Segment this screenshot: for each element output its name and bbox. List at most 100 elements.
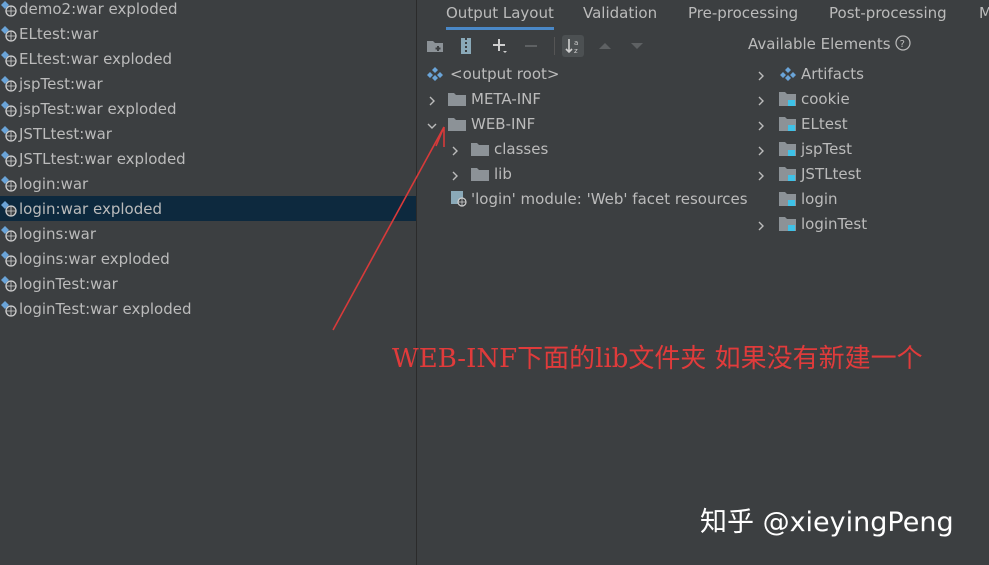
available-item-label: ELtest <box>801 114 848 133</box>
svg-text:a: a <box>574 39 578 47</box>
available-item-label: loginTest <box>801 214 868 233</box>
chevron-right-icon[interactable] <box>449 143 461 155</box>
artifact-label: JSTLtest:war exploded <box>19 149 186 168</box>
remove-icon[interactable] <box>520 35 542 57</box>
help-icon[interactable]: ? <box>895 35 911 55</box>
facet-resources-label: 'login' module: 'Web' facet resources <box>471 189 748 208</box>
artifact-item[interactable]: ELtest:war exploded <box>0 46 416 71</box>
tab-post-processing[interactable]: Post-processing <box>829 0 947 30</box>
artifact-label: logins:war exploded <box>19 249 170 268</box>
chevron-right-icon[interactable] <box>755 143 767 155</box>
available-item-label: login <box>801 189 838 208</box>
artifact-label: login:war exploded <box>19 199 162 218</box>
artifact-label: loginTest:war exploded <box>19 299 192 318</box>
module-folder-icon <box>779 116 797 132</box>
artifact-label: jspTest:war <box>19 74 103 93</box>
tab-pre-processing[interactable]: Pre-processing <box>688 0 798 30</box>
tab-more[interactable]: M <box>979 0 989 30</box>
web-artifact-icon <box>1 250 17 267</box>
meta-inf-label: META-INF <box>471 89 542 108</box>
artifact-item[interactable]: loginTest:war exploded <box>0 296 416 321</box>
web-artifact-icon <box>1 75 17 92</box>
artifact-item[interactable]: login:war exploded <box>0 196 416 221</box>
tree-meta-inf[interactable]: META-INF <box>426 86 541 111</box>
annotation-text: WEB-INF下面的lib文件夹 如果没有新建一个 <box>392 344 923 374</box>
artifact-item[interactable]: JSTLtest:war <box>0 121 416 146</box>
archive-icon[interactable] <box>455 35 477 57</box>
available-item-label: cookie <box>801 89 850 108</box>
chevron-right-icon[interactable] <box>755 93 767 105</box>
svg-text:z: z <box>574 47 578 55</box>
artifacts-icon <box>779 66 797 82</box>
available-item[interactable]: ELtest <box>755 111 848 136</box>
add-icon[interactable] <box>489 35 511 57</box>
tree-classes[interactable]: classes <box>449 136 548 161</box>
chevron-right-icon[interactable] <box>449 168 461 180</box>
web-artifact-icon <box>1 125 17 142</box>
chevron-right-icon[interactable] <box>755 118 767 130</box>
artifact-item[interactable]: logins:war exploded <box>0 246 416 271</box>
artifact-item[interactable]: ELtest:war <box>0 21 416 46</box>
available-item[interactable]: login <box>755 186 838 211</box>
output-root-label: <output root> <box>450 64 560 83</box>
svg-text:?: ? <box>900 39 905 50</box>
artifact-item[interactable]: jspTest:war exploded <box>0 96 416 121</box>
artifact-label: ELtest:war <box>19 24 99 43</box>
module-folder-icon <box>779 166 797 182</box>
panel-divider[interactable] <box>416 0 417 565</box>
tree-lib[interactable]: lib <box>449 161 512 186</box>
web-artifact-icon <box>1 175 17 192</box>
available-item[interactable]: cookie <box>755 86 850 111</box>
available-item[interactable]: JSTLtest <box>755 161 861 186</box>
folder-icon <box>448 117 466 131</box>
tree-facet-resources[interactable]: 'login' module: 'Web' facet resources <box>451 186 748 211</box>
module-folder-icon <box>779 191 797 207</box>
tab-validation[interactable]: Validation <box>583 0 657 30</box>
module-folder-icon <box>779 216 797 232</box>
artifact-item[interactable]: demo2:war exploded <box>0 0 416 21</box>
new-folder-icon[interactable] <box>424 35 446 57</box>
artifact-label: JSTLtest:war <box>19 124 112 143</box>
web-artifact-icon <box>1 150 17 167</box>
sort-icon[interactable]: az <box>562 35 584 57</box>
available-item[interactable]: loginTest <box>755 211 867 236</box>
chevron-right-icon[interactable] <box>755 218 767 230</box>
move-up-icon[interactable] <box>594 35 616 57</box>
artifacts-list: demo2:war exploded ELtest:war ELtest:war e… <box>0 0 416 565</box>
move-down-icon[interactable] <box>626 35 648 57</box>
artifact-item[interactable]: logins:war <box>0 221 416 246</box>
artifact-label: jspTest:war exploded <box>19 99 177 118</box>
available-item-label: jspTest <box>801 139 853 158</box>
artifact-item[interactable]: JSTLtest:war exploded <box>0 146 416 171</box>
artifact-item[interactable]: login:war <box>0 171 416 196</box>
chevron-right-icon[interactable] <box>426 93 438 105</box>
web-artifact-icon <box>1 225 17 242</box>
output-layout-toolbar: az <box>417 33 747 61</box>
chevron-right-icon[interactable] <box>755 68 767 80</box>
available-item[interactable]: Artifacts <box>755 61 864 86</box>
available-item-label: JSTLtest <box>801 164 862 183</box>
folder-icon <box>448 92 466 106</box>
tab-output-layout[interactable]: Output Layout <box>446 0 554 30</box>
web-facet-icon <box>451 190 467 207</box>
web-artifact-icon <box>1 275 17 292</box>
artifact-item[interactable]: jspTest:war <box>0 71 416 96</box>
artifact-item[interactable]: loginTest:war <box>0 271 416 296</box>
available-elements-title: Available Elements ? <box>748 35 911 55</box>
lib-label: lib <box>494 164 512 183</box>
classes-label: classes <box>494 139 549 158</box>
toolbar-separator <box>554 37 555 55</box>
artifact-label: loginTest:war <box>19 274 118 293</box>
chevron-down-icon[interactable] <box>426 118 438 130</box>
artifact-label: ELtest:war exploded <box>19 49 173 68</box>
watermark: 知乎 @xieyingPeng <box>700 507 954 538</box>
web-artifact-icon <box>1 100 17 117</box>
available-elements-label: Available Elements <box>748 35 891 53</box>
folder-icon <box>471 167 489 181</box>
output-root-icon <box>426 66 444 82</box>
tree-output-root[interactable]: <output root> <box>426 61 559 86</box>
module-folder-icon <box>779 91 797 107</box>
chevron-right-icon[interactable] <box>755 168 767 180</box>
tree-web-inf[interactable]: WEB-INF <box>426 111 535 136</box>
available-item[interactable]: jspTest <box>755 136 852 161</box>
